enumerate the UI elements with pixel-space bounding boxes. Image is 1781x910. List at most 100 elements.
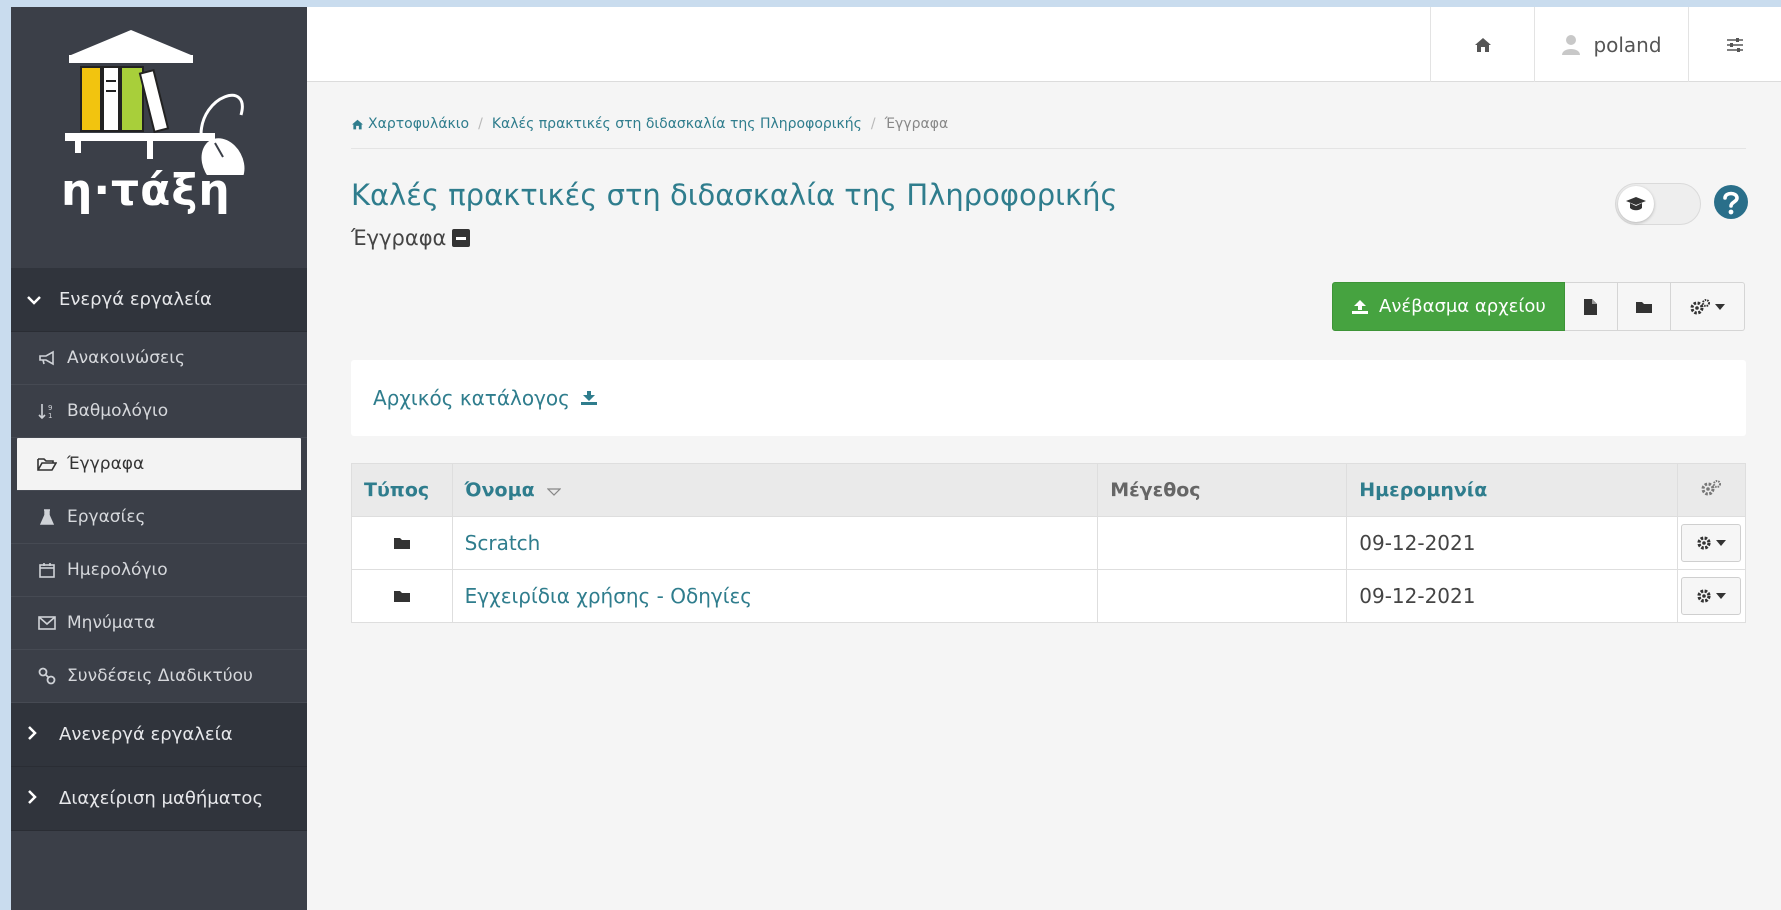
column-actions — [1676, 463, 1747, 517]
svg-text:9: 9 — [48, 404, 52, 412]
upload-file-label: Ανέβασμα αρχείου — [1379, 296, 1546, 317]
row-actions-button[interactable] — [1681, 524, 1742, 562]
sidebar-item-gradebook[interactable]: 91 Βαθμολόγιο — [11, 385, 307, 438]
calendar-icon — [37, 561, 57, 579]
upload-file-button[interactable]: Ανέβασμα αρχείου — [1332, 282, 1565, 331]
breadcrumb-divider — [351, 148, 1746, 149]
new-document-button[interactable] — [1564, 282, 1618, 331]
breadcrumb-course[interactable]: Καλές πρακτικές στη διδασκαλία της Πληρο… — [492, 116, 862, 132]
section-active-tools[interactable]: Ενεργά εργαλεία — [11, 268, 307, 332]
username: poland — [1593, 32, 1662, 57]
gears-icon — [1701, 479, 1722, 495]
chevron-right-icon — [27, 789, 47, 808]
sidebar-item-documents[interactable]: Έγγραφα — [17, 438, 301, 491]
folder-link[interactable]: Εγχειρίδια χρήσης - Οδηγίες — [465, 584, 752, 608]
folder-icon — [1635, 301, 1652, 313]
student-view-toggle[interactable] — [1615, 183, 1701, 225]
home-icon — [1474, 37, 1491, 52]
section-course-admin-label: Διαχείριση μαθήματος — [59, 788, 264, 809]
sidebar-item-label: Έγγραφα — [67, 454, 145, 474]
row-name-cell: Εγχειρίδια χρήσης - Οδηγίες — [451, 569, 1099, 623]
sidebar-item-label: Ημερολόγιο — [67, 560, 168, 580]
sidebar-item-assignments[interactable]: Εργασίες — [11, 491, 307, 544]
upload-icon — [1352, 299, 1368, 314]
column-type[interactable]: Τύπος — [351, 463, 453, 517]
documents-toolbar: Ανέβασμα αρχείου — [1332, 282, 1745, 331]
home-button[interactable] — [1430, 7, 1534, 82]
flask-icon — [37, 508, 57, 526]
column-name[interactable]: Όνομα — [451, 463, 1099, 517]
folder-link[interactable]: Scratch — [465, 531, 541, 555]
section-active-tools-label: Ενεργά εργαλεία — [59, 289, 212, 310]
root-directory-panel: Αρχικός κατάλογος — [351, 360, 1746, 436]
column-date[interactable]: Ημερομηνία — [1346, 463, 1678, 517]
file-icon — [1584, 298, 1598, 315]
sidebar: η·τάξη Ενεργά εργαλεία Ανακοινώσεις 91 Β… — [11, 7, 307, 910]
settings-button[interactable] — [1688, 7, 1781, 82]
gears-icon — [1690, 298, 1711, 314]
folder-open-icon — [37, 456, 57, 472]
row-actions-button[interactable] — [1681, 577, 1742, 615]
help-icon[interactable] — [1713, 184, 1749, 224]
user-icon — [1562, 34, 1581, 55]
sidebar-item-label: Ανακοινώσεις — [67, 348, 185, 368]
user-menu[interactable]: poland — [1534, 7, 1688, 82]
table-row: Scratch 09-12-2021 — [351, 516, 1747, 570]
window-frame-top — [0, 0, 1781, 7]
breadcrumb-home[interactable]: Χαρτοφυλάκιο — [351, 116, 469, 132]
window-frame-left — [0, 0, 11, 910]
logo-bookshelf-icon — [65, 30, 245, 175]
sidebar-item-announcements[interactable]: Ανακοινώσεις — [11, 332, 307, 385]
megaphone-icon — [37, 350, 57, 366]
breadcrumb-separator: / — [478, 116, 483, 132]
page-subtitle: Έγγραφα — [351, 226, 471, 250]
envelope-icon — [37, 616, 57, 630]
section-inactive-tools-label: Ανενεργά εργαλεία — [59, 724, 233, 745]
svg-text:1: 1 — [48, 412, 52, 420]
gear-icon — [1697, 589, 1712, 603]
folder-icon — [393, 591, 410, 602]
column-size: Μέγεθος — [1097, 463, 1348, 517]
row-name-cell: Scratch — [451, 516, 1099, 570]
sidebar-item-label: Μηνύματα — [67, 613, 156, 633]
row-type-cell — [351, 569, 453, 623]
row-date-cell: 09-12-2021 — [1346, 569, 1678, 623]
breadcrumb-home-label: Χαρτοφυλάκιο — [368, 116, 470, 132]
page-title[interactable]: Καλές πρακτικές στη διδασκαλία της Πληρο… — [351, 178, 1117, 212]
top-navbar: poland — [307, 7, 1781, 82]
sliders-icon — [1727, 37, 1743, 52]
documents-table: Τύπος Όνομα Μέγεθος Ημερομηνία Scratch 0… — [351, 463, 1747, 623]
logo[interactable]: η·τάξη — [11, 7, 307, 268]
link-icon — [37, 667, 57, 685]
download-icon[interactable] — [580, 390, 598, 406]
row-actions-cell — [1676, 569, 1747, 623]
table-row: Εγχειρίδια χρήσης - Οδηγίες 09-12-2021 — [351, 569, 1747, 623]
sidebar-item-calendar[interactable]: Ημερολόγιο — [11, 544, 307, 597]
gear-icon — [1697, 536, 1712, 550]
main-content: Χαρτοφυλάκιο / Καλές πρακτικές στη διδασ… — [307, 82, 1781, 910]
table-header-row: Τύπος Όνομα Μέγεθος Ημερομηνία — [351, 463, 1747, 517]
row-date-cell: 09-12-2021 — [1346, 516, 1678, 570]
row-type-cell — [351, 516, 453, 570]
new-folder-button[interactable] — [1617, 282, 1671, 331]
column-name-label: Όνομα — [464, 479, 535, 501]
home-icon — [352, 119, 363, 129]
row-size-cell — [1097, 516, 1348, 570]
logo-text: η·τάξη — [61, 165, 231, 216]
sidebar-item-messages[interactable]: Μηνύματα — [11, 597, 307, 650]
root-directory-link[interactable]: Αρχικός κατάλογος — [373, 386, 570, 410]
breadcrumb-current: Έγγραφα — [884, 116, 949, 132]
graduation-cap-icon — [1618, 186, 1654, 222]
sidebar-item-links[interactable]: Συνδέσεις Διαδικτύου — [11, 650, 307, 703]
sidebar-item-label: Εργασίες — [67, 507, 146, 527]
collapse-icon[interactable] — [452, 229, 471, 247]
section-inactive-tools[interactable]: Ανενεργά εργαλεία — [11, 703, 307, 767]
page-subtitle-label: Έγγραφα — [351, 226, 447, 250]
chevron-down-icon — [27, 291, 47, 309]
caret-down-icon — [1716, 540, 1727, 546]
options-dropdown-button[interactable] — [1670, 282, 1745, 331]
breadcrumb-separator: / — [870, 116, 876, 132]
folder-icon — [393, 538, 410, 549]
sidebar-item-label: Βαθμολόγιο — [67, 401, 169, 421]
section-course-admin[interactable]: Διαχείριση μαθήματος — [11, 767, 307, 831]
